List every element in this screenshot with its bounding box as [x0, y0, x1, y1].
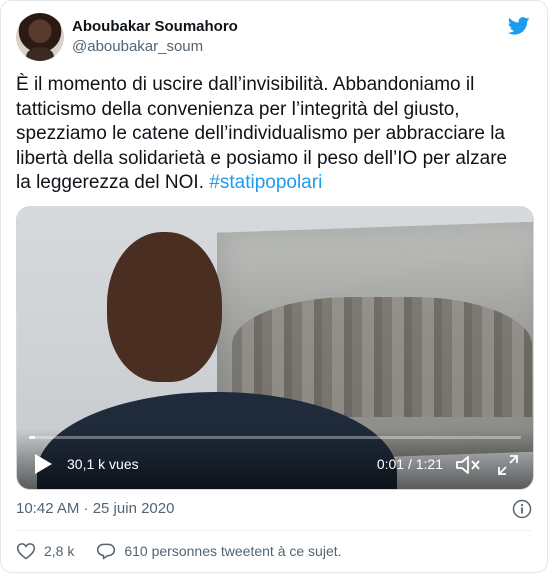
- video-progress-fill: [29, 436, 35, 439]
- tweet-card: Aboubakar Soumahoro @aboubakar_soum È il…: [0, 0, 548, 573]
- tweet-text: È il momento di uscire dall’invisibilità…: [16, 73, 516, 196]
- heart-icon: [16, 543, 36, 560]
- video-view-count: 30,1 k vues: [67, 456, 139, 472]
- avatar[interactable]: [16, 13, 64, 61]
- like-button[interactable]: 2,8 k: [16, 541, 74, 561]
- fullscreen-icon[interactable]: [497, 454, 519, 476]
- reply-button[interactable]: 610 personnes tweetent à ce sujet.: [96, 541, 342, 561]
- author-display-name[interactable]: Aboubakar Soumahoro: [72, 17, 238, 37]
- reply-bubble-icon: [97, 543, 116, 560]
- like-count: 2,8 k: [44, 543, 75, 559]
- hashtag-link[interactable]: #statipopolari: [209, 172, 322, 193]
- video-progress-bar[interactable]: [29, 436, 521, 439]
- tweet-actions: 2,8 k 610 personnes tweetent à ce sujet.: [16, 539, 364, 563]
- info-icon[interactable]: [512, 499, 532, 519]
- divider: [16, 530, 532, 531]
- conversation-text: 610 personnes tweetent à ce sujet.: [124, 543, 342, 559]
- twitter-bird-icon[interactable]: [507, 15, 531, 37]
- video-player[interactable]: 30,1 k vues 0:01 / 1:21: [16, 206, 534, 490]
- volume-icon[interactable]: [455, 454, 481, 476]
- tweet-header: Aboubakar Soumahoro @aboubakar_soum: [16, 13, 535, 61]
- author-handle[interactable]: @aboubakar_soum: [72, 37, 238, 57]
- tweet-timestamp[interactable]: 10:42 AM · 25 juin 2020: [16, 499, 174, 519]
- video-time: 0:01 / 1:21: [376, 456, 443, 472]
- author-names: Aboubakar Soumahoro @aboubakar_soum: [72, 13, 238, 57]
- play-icon[interactable]: [33, 453, 53, 475]
